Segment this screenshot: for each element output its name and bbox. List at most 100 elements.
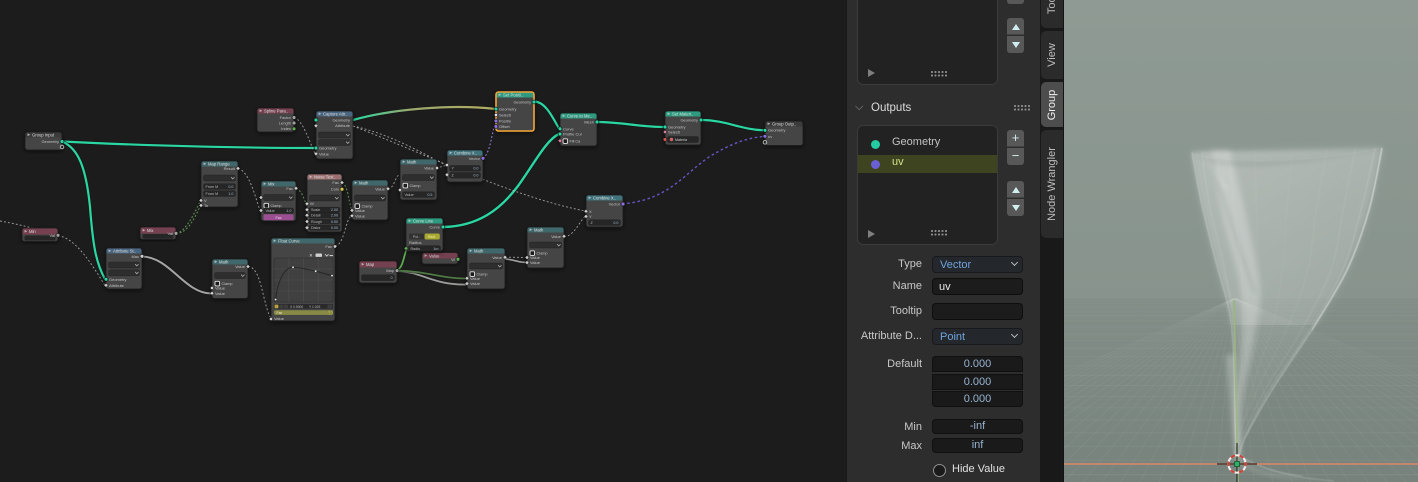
svg-text:Group Input: Group Input <box>32 133 55 138</box>
svg-text:Capture Attr..: Capture Attr.. <box>323 112 347 117</box>
svg-text:0: 0 <box>390 276 392 280</box>
svg-text:Value: Value <box>319 151 330 156</box>
svg-text:Float Curve: Float Curve <box>278 239 300 244</box>
svg-text:Geometry: Geometry <box>513 99 531 104</box>
svg-text:Set Positi..: Set Positi.. <box>503 93 523 98</box>
svg-text:Distor: Distor <box>311 226 321 230</box>
svg-text:1.0: 1.0 <box>228 192 233 196</box>
svg-text:uv: uv <box>768 134 772 139</box>
svg-text:0.50: 0.50 <box>331 220 338 224</box>
svg-text:Curve to Me..: Curve to Me.. <box>567 114 592 119</box>
svg-text:Min: Min <box>29 229 36 234</box>
svg-text:Value: Value <box>235 264 246 269</box>
svg-text:1m: 1m <box>433 247 438 251</box>
svg-text:Radius: Radius <box>409 240 421 245</box>
svg-text:Radiu: Radiu <box>411 247 421 251</box>
svg-text:Value: Value <box>355 213 366 218</box>
svg-text:Math: Math <box>359 181 369 186</box>
svg-text:Curve: Curve <box>563 126 574 131</box>
svg-text:Fac: Fac <box>332 180 339 185</box>
svg-text:Attribute St..: Attribute St.. <box>113 249 136 254</box>
svg-text:Result: Result <box>224 166 236 171</box>
svg-text:Y: Y <box>589 214 592 219</box>
svg-text:Map: Map <box>386 268 395 273</box>
svg-text:2.00: 2.00 <box>331 208 338 212</box>
svg-text:Value: Value <box>530 260 541 265</box>
svg-text:Y 1.025: Y 1.025 <box>309 305 320 309</box>
svg-text:0.00: 0.00 <box>331 226 338 230</box>
svg-text:Value: Value <box>470 281 481 286</box>
svg-text:Geometry: Geometry <box>680 118 698 123</box>
svg-text:0.0: 0.0 <box>228 185 233 189</box>
svg-text:1.0: 1.0 <box>286 209 291 213</box>
svg-text:Mix: Mix <box>147 228 154 233</box>
svg-text:Curve Line: Curve Line <box>413 219 434 224</box>
svg-text:Positio: Positio <box>499 118 512 123</box>
svg-text:Attribute: Attribute <box>109 283 125 288</box>
svg-text:Detail: Detail <box>311 214 321 218</box>
svg-text:Value: Value <box>215 291 226 296</box>
svg-text:Geometry: Geometry <box>768 128 786 133</box>
svg-text:Materia: Materia <box>675 138 687 142</box>
svg-text:Val: Val <box>168 231 174 236</box>
svg-text:Geometry: Geometry <box>499 107 517 112</box>
svg-text:Vector: Vector <box>609 202 621 207</box>
svg-text:Fac: Fac <box>286 186 293 191</box>
svg-text:Radi.: Radi. <box>428 235 436 239</box>
svg-text:From M: From M <box>206 192 219 196</box>
svg-text:0.0: 0.0 <box>613 221 618 225</box>
svg-text:Offset: Offset <box>499 124 510 129</box>
svg-text:Value: Value <box>266 209 275 213</box>
svg-text:Set Materi..: Set Materi.. <box>672 112 693 117</box>
svg-text:Math: Math <box>407 160 417 165</box>
svg-text:Combine X..: Combine X.. <box>454 151 477 156</box>
svg-text:Group Outp..: Group Outp.. <box>772 122 796 127</box>
svg-text:Map: Map <box>366 262 375 267</box>
svg-text:1.0: 1.0 <box>327 311 332 315</box>
svg-text:Factor: Factor <box>280 115 292 120</box>
svg-text:Value: Value <box>424 166 435 171</box>
svg-text:✕: ✕ <box>309 253 313 258</box>
svg-text:Selecti: Selecti <box>499 113 511 118</box>
svg-text:Noise Text..: Noise Text.. <box>314 175 336 180</box>
svg-text:0.5: 0.5 <box>427 193 432 197</box>
svg-text:Value: Value <box>429 253 440 258</box>
svg-text:Curve: Curve <box>429 225 440 230</box>
svg-text:Math: Math <box>534 228 544 233</box>
svg-text:Attribute: Attribute <box>335 123 351 128</box>
svg-text:Clamp: Clamp <box>271 204 282 208</box>
svg-text:Spline Para..: Spline Para.. <box>264 109 288 114</box>
svg-text:Geometry: Geometry <box>109 277 127 282</box>
svg-text:Geometry: Geometry <box>332 117 350 122</box>
svg-text:Value: Value <box>375 186 386 191</box>
svg-text:Poi..: Poi.. <box>413 235 420 239</box>
svg-text:W: W <box>310 201 314 206</box>
svg-text:Math: Math <box>474 249 484 254</box>
svg-text:0.0: 0.0 <box>473 174 478 178</box>
svg-text:0.0: 0.0 <box>473 167 478 171</box>
svg-text:Geometry: Geometry <box>41 139 59 144</box>
svg-text:Value: Value <box>355 208 366 213</box>
svg-text:Scale: Scale <box>311 208 320 212</box>
svg-text:Profile Cur: Profile Cur <box>563 132 583 137</box>
svg-text:Max: Max <box>131 254 139 259</box>
svg-text:Fac: Fac <box>276 216 282 220</box>
svg-text:W: W <box>451 257 455 262</box>
svg-text:Length: Length <box>279 120 291 125</box>
svg-text:Index: Index <box>281 126 291 131</box>
svg-text:Fac: Fac <box>277 311 283 315</box>
svg-text:From M: From M <box>206 185 219 189</box>
svg-text:Clamp: Clamp <box>410 184 421 188</box>
svg-text:Geometry: Geometry <box>319 146 337 151</box>
svg-text:Val: Val <box>50 233 56 238</box>
svg-text:Value: Value <box>405 193 414 197</box>
svg-text:Vector: Vector <box>469 156 481 161</box>
svg-text:Selecti: Selecti <box>668 130 680 135</box>
svg-text:Fac: Fac <box>325 244 332 249</box>
svg-text:2.00: 2.00 <box>331 214 338 218</box>
svg-text:Mix: Mix <box>268 182 275 187</box>
svg-text:Math: Math <box>219 260 229 265</box>
svg-text:Rough: Rough <box>311 220 322 224</box>
svg-text:Value: Value <box>274 316 285 321</box>
svg-text:Value: Value <box>470 276 481 281</box>
